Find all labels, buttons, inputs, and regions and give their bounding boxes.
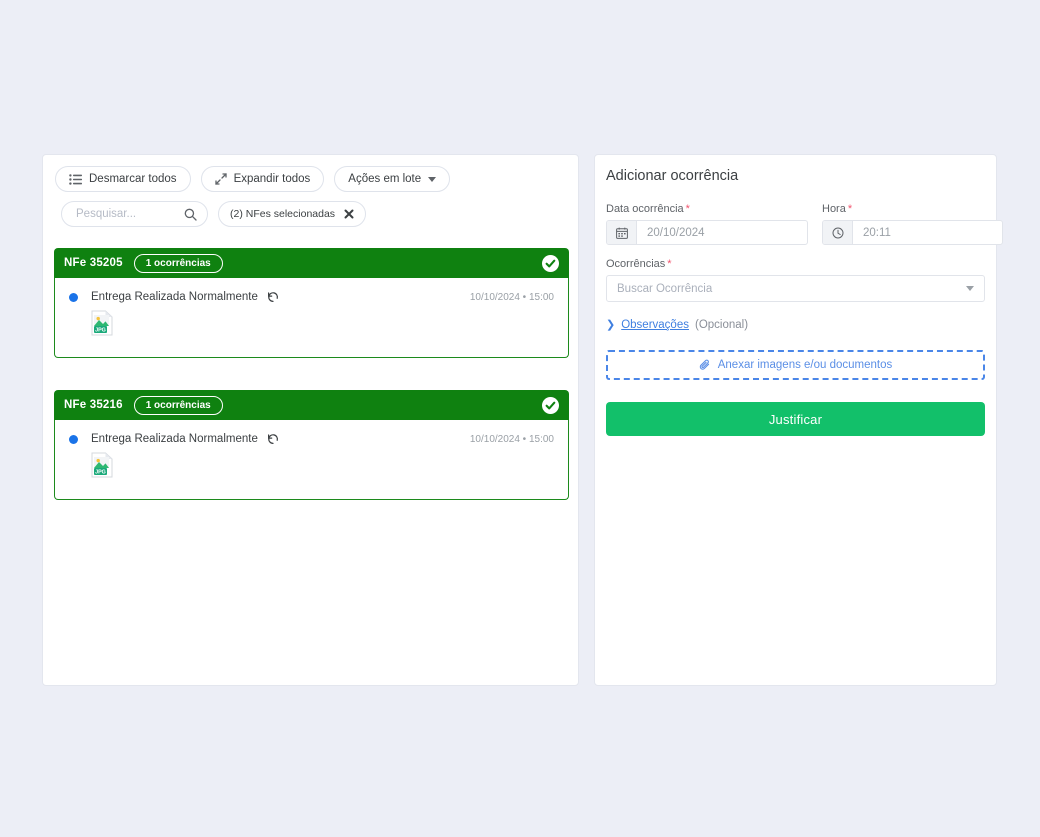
time-input-group[interactable] xyxy=(822,220,1003,245)
nfe-card[interactable]: NFe 35205 1 ocorrências Entrega Realizad… xyxy=(54,248,569,358)
time-field-label: Hora * xyxy=(822,203,1003,215)
occurrences-select-placeholder: Buscar Ocorrência xyxy=(617,282,713,295)
calendar-icon xyxy=(607,221,637,244)
required-marker: * xyxy=(685,203,690,215)
date-input[interactable] xyxy=(637,221,807,244)
undo-icon[interactable] xyxy=(267,291,279,303)
status-dot-icon xyxy=(69,434,78,444)
nfe-card-body: Entrega Realizada Normalmente 10/10/2024… xyxy=(54,278,569,358)
date-label-text: Data ocorrência xyxy=(606,203,684,215)
check-circle-icon[interactable] xyxy=(542,396,559,414)
time-field: Hora * xyxy=(822,203,1003,245)
deselect-all-button[interactable]: Desmarcar todos xyxy=(55,166,191,192)
add-occurrence-form: Adicionar ocorrência Data ocorrência * 2… xyxy=(606,168,1003,436)
nfe-card-header[interactable]: NFe 35216 1 ocorrências xyxy=(54,390,569,420)
expand-arrows-icon xyxy=(214,173,227,185)
expand-all-label: Expandir todos xyxy=(233,173,311,185)
batch-actions-label: Ações em lote xyxy=(348,173,422,185)
occurrences-field-label: Ocorrências * xyxy=(606,258,985,270)
nfe-id-label: NFe 35216 xyxy=(64,399,123,411)
chevron-right-icon: ❯ xyxy=(606,318,616,331)
occurrence-label: Entrega Realizada Normalmente xyxy=(91,291,258,303)
attachment-dropzone-label: Anexar imagens e/ou documentos xyxy=(717,359,893,371)
occurrences-select[interactable]: Buscar Ocorrência xyxy=(606,275,985,302)
attachment-type-label: JPG xyxy=(95,327,106,333)
panel-title: Adicionar ocorrência xyxy=(606,168,739,184)
required-marker: * xyxy=(847,203,853,215)
chevron-down-icon xyxy=(428,176,437,182)
undo-icon[interactable] xyxy=(267,433,279,445)
search-box[interactable] xyxy=(61,201,208,227)
status-dot-icon xyxy=(69,292,78,302)
occurrences-label-text: Ocorrências xyxy=(606,258,666,270)
close-icon[interactable] xyxy=(344,209,354,219)
occurrences-badge: 1 ocorrências xyxy=(133,395,223,415)
occurrences-field: Ocorrências * Buscar Ocorrência xyxy=(606,258,985,302)
attachment-list: JPG xyxy=(69,310,554,341)
attachment-list: JPG xyxy=(69,452,554,483)
occurrence-timestamp: 10/10/2024 • 15:00 xyxy=(469,433,554,445)
occurrence-row[interactable]: Entrega Realizada Normalmente 10/10/2024… xyxy=(69,433,554,445)
justify-button[interactable]: Justificar xyxy=(606,402,985,436)
nfe-list-panel: Desmarcar todos Expandir todos Ações em … xyxy=(42,154,579,686)
occurrence-row[interactable]: Entrega Realizada Normalmente 10/10/2024… xyxy=(69,291,554,303)
nfe-id-label: NFe 35205 xyxy=(64,257,123,269)
app-root: Desmarcar todos Expandir todos Ações em … xyxy=(0,0,1040,837)
date-field-label: Data ocorrência * xyxy=(606,203,808,215)
occurrence-label: Entrega Realizada Normalmente xyxy=(91,433,258,445)
date-input-group[interactable] xyxy=(606,220,808,245)
nfe-card-header[interactable]: NFe 35205 1 ocorrências xyxy=(54,248,569,278)
time-input[interactable] xyxy=(853,221,1002,244)
nfe-card-list: NFe 35205 1 ocorrências Entrega Realizad… xyxy=(54,248,569,532)
paperclip-icon xyxy=(699,359,711,371)
selected-nfes-label: (2) NFes selecionadas xyxy=(230,208,336,220)
observations-link[interactable]: Observações xyxy=(621,319,689,331)
nfe-card[interactable]: NFe 35216 1 ocorrências Entrega Realizad… xyxy=(54,390,569,500)
list-toolbar: Desmarcar todos Expandir todos Ações em … xyxy=(55,166,568,227)
search-input[interactable] xyxy=(74,207,184,221)
batch-actions-dropdown[interactable]: Ações em lote xyxy=(334,166,451,192)
required-marker: * xyxy=(667,258,672,270)
expand-all-button[interactable]: Expandir todos xyxy=(200,166,325,192)
deselect-all-label: Desmarcar todos xyxy=(89,173,177,185)
time-label-text: Hora xyxy=(822,203,846,215)
list-icon xyxy=(69,173,82,185)
search-icon xyxy=(184,208,197,221)
attachment-type-label: JPG xyxy=(95,469,106,475)
selected-nfes-chip[interactable]: (2) NFes selecionadas xyxy=(218,201,367,227)
attachment-dropzone[interactable]: Anexar imagens e/ou documentos xyxy=(606,350,985,380)
clock-icon xyxy=(823,221,853,244)
image-file-icon[interactable]: JPG xyxy=(91,452,113,478)
image-file-icon[interactable]: JPG xyxy=(91,310,113,336)
observations-optional-label: (Opcional) xyxy=(694,319,749,331)
chevron-down-icon xyxy=(966,286,974,291)
occurrence-timestamp: 10/10/2024 • 15:00 xyxy=(469,291,554,303)
date-field: Data ocorrência * xyxy=(606,203,808,245)
occurrences-badge: 1 ocorrências xyxy=(133,253,223,273)
nfe-card-body: Entrega Realizada Normalmente 10/10/2024… xyxy=(54,420,569,500)
add-occurrence-panel: Adicionar ocorrência Data ocorrência * 2… xyxy=(594,154,1003,686)
observations-toggle[interactable]: ❯ Observações (Opcional) xyxy=(606,319,985,331)
datetime-field-row: Data ocorrência * 20/10/2024 Hora * 20:1… xyxy=(606,203,1003,258)
check-circle-icon[interactable] xyxy=(542,254,559,272)
